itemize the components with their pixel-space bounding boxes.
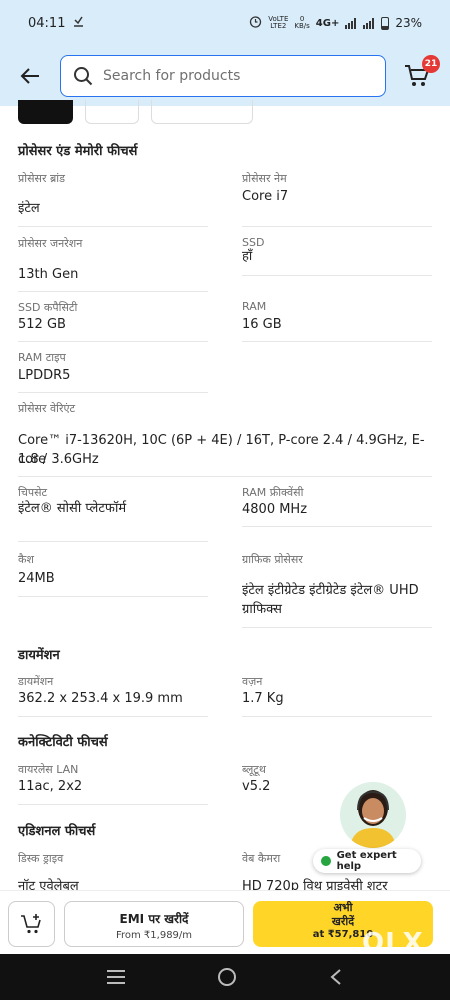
get-expert-help-button[interactable]: Get expert help [313,849,421,873]
spec-value: 24MB [18,571,55,586]
expert-avatar[interactable] [340,782,406,848]
divider [242,627,432,628]
recent-apps-icon[interactable] [106,970,125,984]
section-title-dimension: डायमेंशन [18,648,60,663]
status-bar: 04:11 VoLTE LTE2 0 KB/s 4G+ 23% [0,0,450,46]
battery-icon [381,16,390,30]
spec-label: RAM फ्रीक्वेंसी [242,486,304,499]
spec-value: इंटेल इंटीग्रेटेड इंटीग्रेटेड इंटेल® UHD [242,583,419,598]
battery-percent: 23% [395,16,422,30]
back-button[interactable] [14,60,46,92]
add-to-cart-icon [20,914,41,934]
buy-with-emi-button[interactable]: EMI पर खरीदें From ₹1,989/m [64,901,244,947]
add-to-cart-button[interactable] [8,901,55,947]
signal-icon-2 [363,17,375,29]
spec-label: SSD कपैसिटी [18,301,78,314]
download-done-icon [73,16,84,30]
emi-subtitle: From ₹1,989/m [115,930,193,941]
online-status-icon [321,856,331,866]
spec-value: 4800 MHz [242,502,308,517]
spec-value: 512 GB [18,317,66,332]
spec-label: प्रोसेसर ब्रांड [18,172,65,185]
variant-chips-row [18,100,253,124]
network-type: 4G+ [315,17,340,29]
divider [242,526,432,527]
network-speed: 0 KB/s [294,16,309,30]
spec-value: 1.8 / 3.6GHz [18,452,99,467]
status-time: 04:11 [28,15,66,31]
divider [18,804,208,805]
spec-label: RAM [242,300,267,313]
spec-label: प्रोसेसर वेरिएंट [18,402,76,415]
divider [18,596,208,597]
speed-unit: KB/s [294,22,310,30]
spec-value: ग्राफिक्स [242,602,282,617]
spec-value: LPDDR5 [18,368,71,383]
divider [18,716,208,717]
spec-label: कैश [18,553,34,566]
spec-value: v5.2 [242,779,271,794]
spec-label: RAM टाइप [18,351,66,364]
variant-chip[interactable] [85,100,139,124]
search-input[interactable]: Search for products [60,55,386,97]
emi-title: EMI पर खरीदें [119,912,189,926]
divider [242,716,432,717]
back-arrow-icon [20,68,39,84]
spec-value: इंटेल [18,201,40,216]
spec-label: वायरलेस LAN [18,763,79,776]
spec-label: डायमेंशन [18,675,54,688]
spec-value: 11ac, 2x2 [18,779,83,794]
search-placeholder: Search for products [103,68,241,84]
divider [242,226,432,227]
section-title-additional: एडिशनल फीचर्स [18,824,96,839]
volte-indicator: VoLTE LTE2 [268,16,288,30]
section-title-processor: प्रोसेसर एंड मेमोरी फीचर्स [18,144,138,159]
spec-value: इंटेल® सोसी प्लेटफॉर्म [18,501,127,516]
spec-label: चिपसेट [18,486,48,499]
spec-label: वज़न [242,675,263,688]
spec-label: प्रोसेसर नेम [242,172,287,185]
divider [18,541,208,542]
spec-value: 362.2 x 253.4 x 19.9 mm [18,691,183,706]
spec-label: ब्लूटूथ [242,763,266,776]
cart-button[interactable]: 21 [400,55,440,93]
variant-chip[interactable] [151,100,253,124]
lte-label: LTE2 [270,22,287,30]
buy-now-line1: अभी [333,901,353,914]
spec-value: Core i7 [242,189,289,204]
spec-value: हाँ [242,249,253,264]
divider [242,275,432,276]
divider [242,341,432,342]
divider [18,392,208,393]
divider [18,226,208,227]
spec-value: 1.7 Kg [242,691,284,706]
signal-icon [345,17,357,29]
expert-help-label: Get expert help [336,850,397,872]
expert-avatar-icon [340,782,406,848]
search-icon [74,67,93,86]
system-nav-bar [0,954,450,1000]
divider [18,341,208,342]
app-header: Search for products 21 [0,46,450,106]
spec-label: वेब कैमरा [242,852,281,865]
section-title-connectivity: कनेक्टिविटी फीचर्स [18,735,108,750]
alarm-icon [249,15,262,31]
spec-value: 13th Gen [18,267,79,282]
buy-now-line2: खरीदें [331,915,355,928]
divider [18,476,432,477]
home-icon[interactable] [217,968,236,986]
cart-count-badge: 21 [422,55,440,73]
variant-chip-selected[interactable] [18,100,73,124]
divider [18,291,208,292]
back-nav-icon[interactable] [329,968,343,986]
spec-label: प्रोसेसर जनरेशन [18,237,83,250]
spec-label: ग्राफिक प्रोसेसर [242,553,303,566]
spec-label: डिस्क ड्राइव [18,852,64,865]
spec-value: 16 GB [242,317,282,332]
